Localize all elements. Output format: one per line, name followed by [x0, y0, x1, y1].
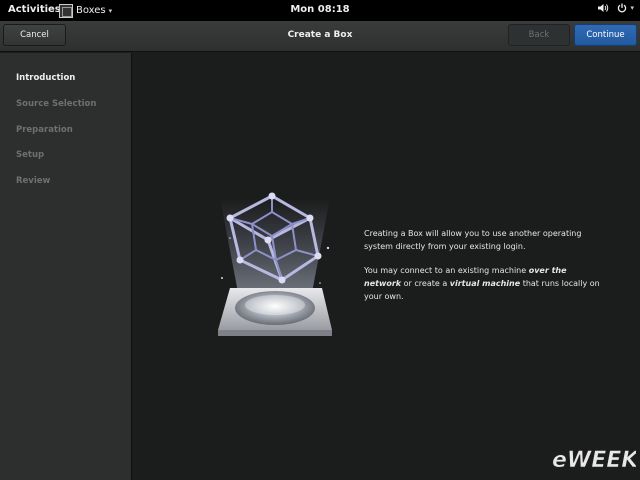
- svg-text:eWEEK: eWEEK: [552, 448, 636, 473]
- sidebar-item-setup: Setup: [16, 150, 45, 160]
- eweek-logo: eWEEK: [552, 448, 636, 473]
- chevron-down-icon: ▾: [630, 4, 634, 12]
- sidebar-item-introduction: Introduction: [16, 73, 76, 83]
- sidebar-item-preparation: Preparation: [16, 125, 73, 135]
- continue-button[interactable]: Continue: [574, 24, 637, 46]
- intro-text: Creating a Box will allow you to use ano…: [364, 227, 604, 314]
- sidebar-item-review: Review: [16, 176, 51, 186]
- intro-paragraph-2: You may connect to an existing machine o…: [364, 266, 600, 301]
- sidebar-item-source-selection: Source Selection: [16, 99, 97, 109]
- header-bar: Cancel Create a Box Back Continue: [0, 21, 640, 52]
- intro-paragraph-1: Creating a Box will allow you to use ano…: [364, 229, 582, 251]
- power-icon[interactable]: ▾: [617, 3, 634, 13]
- main-content: Creating a Box will allow you to use ano…: [133, 53, 640, 480]
- top-panel: Activities Boxes ▾ Mon 08:18 ▾: [0, 0, 640, 21]
- boxes-illustration: [218, 192, 332, 336]
- volume-icon[interactable]: [598, 3, 609, 13]
- status-area[interactable]: ▾: [598, 3, 634, 13]
- wizard-sidebar: Introduction Source Selection Preparatio…: [0, 53, 132, 480]
- clock[interactable]: Mon 08:18: [0, 4, 640, 15]
- back-button[interactable]: Back: [508, 24, 570, 46]
